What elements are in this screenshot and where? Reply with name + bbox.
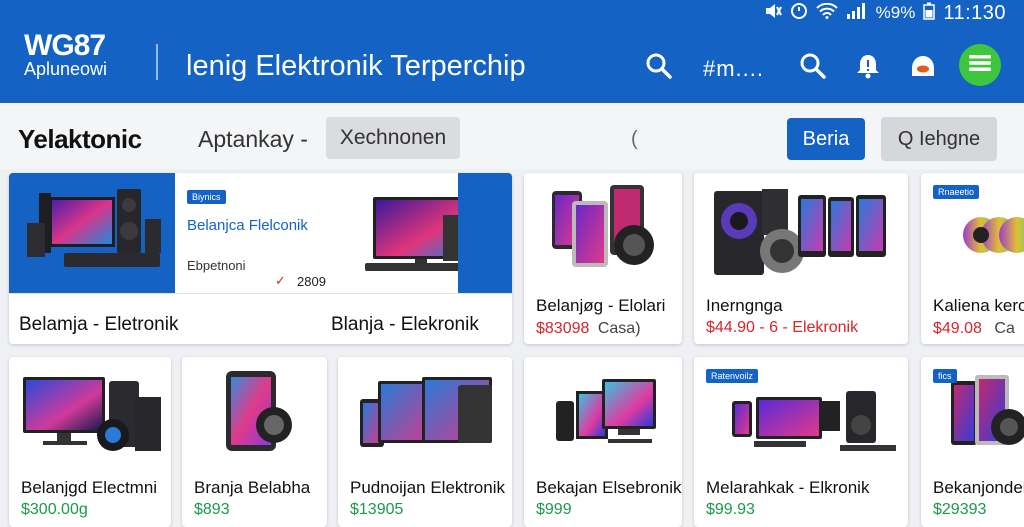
product-tag: Rnaeetio <box>933 185 980 199</box>
brand-name: Yelaktonic <box>18 124 142 154</box>
app-logo[interactable]: WG87 Apluneowi <box>24 29 108 79</box>
logo-line2: Apluneowi <box>24 59 108 79</box>
banner-number: 2809 <box>297 274 326 289</box>
product-card[interactable]: Belanjøg - Elolari $83098 Casa) <box>524 173 682 344</box>
battery-icon <box>923 2 936 25</box>
product-card[interactable]: fics Bekanjondela $29393 <box>921 357 1024 527</box>
product-price: $300.00g <box>21 501 88 518</box>
product-price: $49.08 Ca <box>933 320 1015 337</box>
product-price: $999 <box>536 501 572 518</box>
promo-banner[interactable]: Biynics Belanjca Flelconik Ebpetnoni ✓ 2… <box>9 173 512 344</box>
bell-icon[interactable] <box>850 48 886 84</box>
banner-subtitle: Ebpetnoni <box>187 258 246 273</box>
product-image <box>556 379 656 443</box>
search-icon[interactable] <box>641 48 677 84</box>
product-name: Pudnoijan Elektronik <box>350 478 505 497</box>
text-cursor: ( <box>631 128 638 150</box>
product-image <box>714 189 886 275</box>
product-name: Bekanjondela <box>933 478 1024 497</box>
banner-image-left <box>9 173 175 293</box>
menu-icon <box>969 54 991 77</box>
product-price: $29393 <box>933 501 987 518</box>
product-card[interactable]: Rnaeetio Kaliena keron $49.08 Ca <box>921 173 1024 344</box>
product-name: Branja Belabha <box>194 478 311 497</box>
product-image <box>552 185 654 267</box>
wifi-icon <box>815 2 838 24</box>
check-icon: ✓ <box>275 273 286 288</box>
logo-line1: WG87 <box>24 29 106 62</box>
product-card[interactable]: Belanjgd Electmni $300.00g <box>9 357 171 527</box>
page-title: lenig Elektronik Terperchip <box>186 50 526 82</box>
header-menu-text[interactable]: #m.... <box>703 56 764 82</box>
product-name: Inerngnga <box>706 296 783 315</box>
app-header: %9% 11:130 WG87 Apluneowi lenig Elektron… <box>0 0 1024 103</box>
product-tag: Ratenvoilz <box>706 369 759 383</box>
banner-caption-right[interactable]: Blanja - Elekronik <box>331 314 479 336</box>
signal-icon <box>846 2 868 25</box>
product-price: $99.93 <box>706 501 755 518</box>
product-card[interactable]: Ratenvoilz Melarahkak - Elkronik $99.93 <box>694 357 908 527</box>
search-icon[interactable] <box>795 48 831 84</box>
primary-button[interactable]: Beria <box>787 118 865 160</box>
status-bar: %9% 11:130 <box>764 1 1006 25</box>
banner-headline: Belanjca Flelconik <box>187 217 308 234</box>
product-name: Kaliena keron <box>933 296 1024 315</box>
header-divider <box>156 44 158 80</box>
product-card[interactable]: Branja Belabha $893 <box>182 357 327 527</box>
product-name: Belanjøg - Elolari <box>536 296 666 315</box>
toolbar <box>0 103 1024 169</box>
banner-divider <box>9 293 512 294</box>
product-price: $13905 <box>350 501 404 518</box>
product-price: $893 <box>194 501 230 518</box>
category-chip[interactable]: Xechnonen <box>326 117 460 159</box>
product-card[interactable]: Inerngnga $44.90 - 6 - Elekronik <box>694 173 908 344</box>
search-button[interactable]: Q Iehgne <box>881 117 997 161</box>
alarm-icon <box>790 2 808 25</box>
product-price: $44.90 - 6 - Elekronik <box>706 319 859 336</box>
battery-text: %9% <box>875 3 916 22</box>
product-name: Melarahkak - Elkronik <box>706 478 870 497</box>
banner-caption-left[interactable]: Belamja - Eletronik <box>19 314 178 336</box>
product-image <box>226 371 292 451</box>
chat-icon[interactable] <box>905 48 941 84</box>
banner-tag: Biynics <box>187 190 226 204</box>
search-input[interactable]: Aptankay - <box>198 126 308 153</box>
product-card[interactable]: Pudnoijan Elektronik $13905 <box>338 357 512 527</box>
product-tag: fics <box>933 369 957 383</box>
mute-icon <box>764 3 782 24</box>
product-price: $83098 Casa) <box>536 320 641 337</box>
product-name: Bekajan Elsebronik <box>536 478 682 497</box>
product-card[interactable]: Bekajan Elsebronik $999 <box>524 357 682 527</box>
product-name: Belanjgd Electmni <box>21 478 158 497</box>
product-image <box>360 377 492 447</box>
clock: 11:130 <box>943 1 1006 24</box>
product-image <box>23 377 161 451</box>
menu-button[interactable] <box>959 44 1001 86</box>
banner-image-right <box>458 173 512 293</box>
